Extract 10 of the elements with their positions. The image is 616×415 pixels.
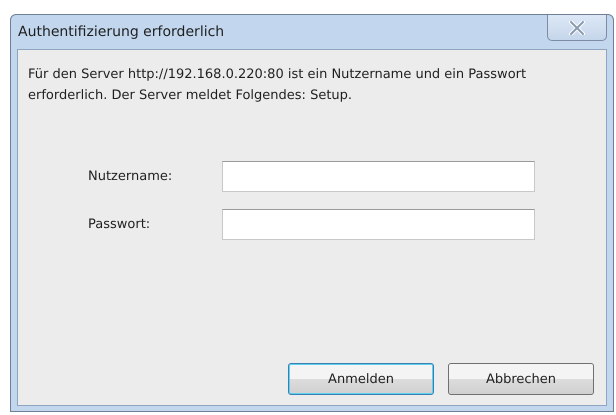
- close-button[interactable]: [547, 15, 607, 41]
- username-field[interactable]: [222, 161, 535, 192]
- password-field[interactable]: [222, 209, 535, 240]
- cancel-button[interactable]: Abbrechen: [448, 363, 594, 395]
- field-label: Passwort:: [88, 217, 152, 232]
- field-label: Nutzername:: [88, 169, 174, 184]
- close-icon: [569, 20, 585, 34]
- window-title: Authentifizierung erforderlich: [17, 24, 224, 40]
- message-text: Für den Server http://192.168.0.220:80 ist ein Nutzername und ein Passwort erforderlich. Der Server meldet Folgendes: Setup.: [28, 66, 528, 105]
- login-button[interactable]: Anmelden: [288, 363, 434, 395]
